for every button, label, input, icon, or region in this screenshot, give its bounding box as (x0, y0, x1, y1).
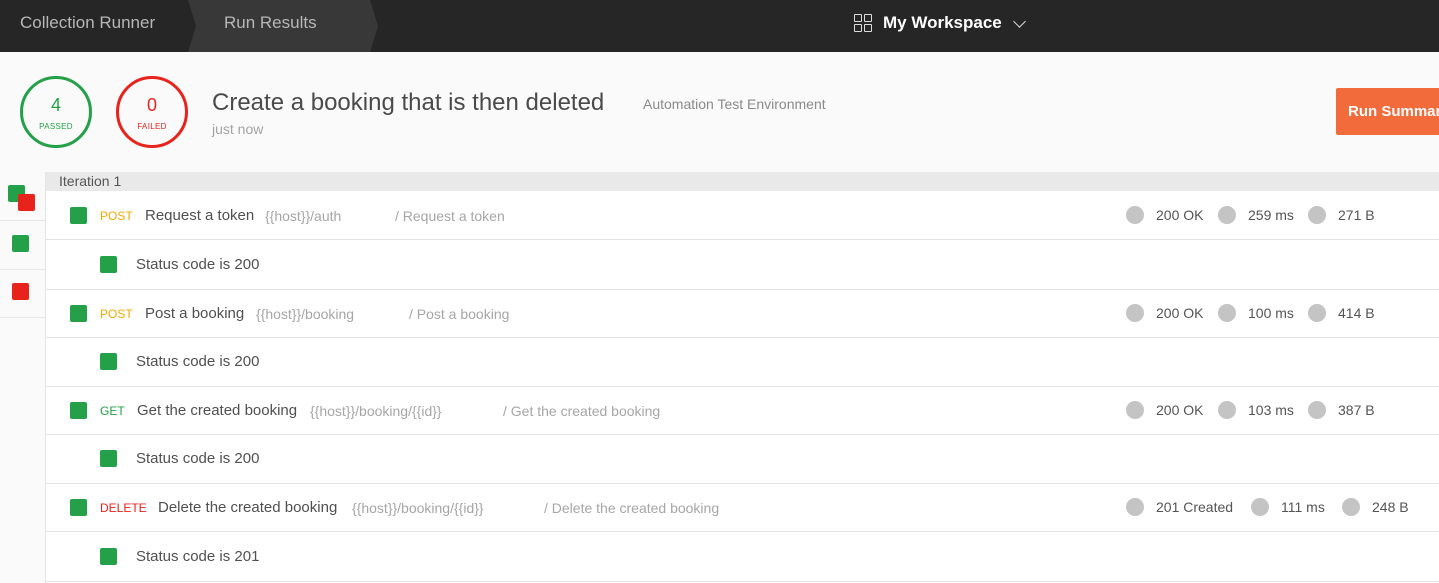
test-row: Status code is 200 (46, 338, 1439, 387)
iteration-rail (0, 172, 46, 583)
run-header: 4 PASSED 0 FAILED Create a booking that … (0, 52, 1439, 172)
request-name: Request a token (145, 207, 255, 224)
request-row[interactable]: DELETE Delete the created booking {{host… (46, 484, 1439, 532)
passed-count: 4 (50, 95, 61, 115)
test-pass-icon (100, 353, 117, 370)
response-size: 271 B (1308, 206, 1375, 224)
size-dot-icon (1342, 498, 1360, 516)
grid-icon (854, 14, 872, 32)
response-size: 248 B (1342, 498, 1409, 516)
time-dot-icon (1218, 206, 1236, 224)
rail-all-results[interactable] (0, 172, 45, 221)
request-url: {{host}}/auth (265, 208, 342, 224)
passed-counter: 4 PASSED (20, 76, 92, 148)
failed-count: 0 (146, 95, 157, 115)
workspace-name: My Workspace (883, 13, 1002, 32)
request-status-icon (70, 305, 87, 322)
test-pass-icon (100, 450, 117, 467)
test-name: Status code is 200 (136, 256, 260, 273)
request-path: / Get the created booking (503, 403, 661, 419)
run-summary-button[interactable]: Run Summary (1336, 88, 1439, 135)
time-dot-icon (1218, 401, 1236, 419)
iteration-label: Iteration 1 (59, 173, 122, 189)
workspace-switcher[interactable]: My Workspace (854, 0, 1026, 46)
run-title: Create a booking that is then deleted (212, 89, 605, 116)
response-status: 201 Created (1126, 498, 1233, 516)
request-status-icon (70, 402, 87, 419)
failed-label: FAILED (137, 122, 167, 131)
run-timestamp: just now (212, 121, 264, 137)
request-path: / Post a booking (409, 306, 510, 322)
response-size: 414 B (1308, 304, 1375, 322)
response-time: 103 ms (1218, 401, 1294, 419)
response-status: 200 OK (1126, 401, 1203, 419)
passed-square-icon (12, 235, 29, 252)
response-status: 200 OK (1126, 206, 1203, 224)
status-dot-icon (1126, 498, 1144, 516)
time-dot-icon (1251, 498, 1269, 516)
size-dot-icon (1308, 304, 1326, 322)
results-list: Iteration 1 POST Request a token {{host}… (46, 172, 1439, 583)
request-method: POST (100, 307, 133, 321)
request-path: / Delete the created booking (544, 500, 720, 516)
chevron-down-icon (1012, 14, 1026, 28)
status-dot-icon (1126, 206, 1144, 224)
size-dot-icon (1308, 401, 1326, 419)
response-time: 111 ms (1251, 498, 1325, 516)
rail-failed-filter[interactable] (0, 269, 45, 318)
rail-passed-filter[interactable] (0, 221, 45, 270)
breadcrumb-run-results[interactable]: Run Results (224, 0, 317, 52)
size-dot-icon (1308, 206, 1326, 224)
request-url: {{host}}/booking (256, 306, 355, 322)
request-status-icon (70, 207, 87, 224)
request-row[interactable]: GET Get the created booking {{host}}/boo… (46, 387, 1439, 435)
failed-counter: 0 FAILED (116, 76, 188, 148)
request-status-icon (70, 499, 87, 516)
response-size: 387 B (1308, 401, 1375, 419)
request-url: {{host}}/booking/{{id}} (352, 500, 484, 516)
test-pass-icon (100, 548, 117, 565)
test-name: Status code is 201 (136, 548, 260, 565)
top-bar: Collection Runner Run Results My Workspa… (0, 0, 1439, 52)
test-row: Status code is 200 (46, 240, 1439, 290)
response-time: 259 ms (1218, 206, 1294, 224)
response-status: 200 OK (1126, 304, 1203, 322)
request-method: GET (100, 404, 125, 418)
request-method: DELETE (100, 501, 147, 515)
response-time: 100 ms (1218, 304, 1294, 322)
time-dot-icon (1218, 304, 1236, 322)
test-row: Status code is 200 (46, 435, 1439, 484)
passed-label: PASSED (39, 122, 73, 131)
test-name: Status code is 200 (136, 450, 260, 467)
request-row[interactable]: POST Request a token {{host}}/auth / Req… (46, 191, 1439, 240)
request-name: Delete the created booking (158, 499, 338, 516)
request-row[interactable]: POST Post a booking {{host}}/booking / P… (46, 290, 1439, 338)
request-method: POST (100, 209, 133, 223)
test-pass-icon (100, 256, 117, 273)
request-url: {{host}}/booking/{{id}} (310, 403, 442, 419)
request-name: Get the created booking (137, 402, 298, 419)
environment-name: Automation Test Environment (643, 96, 826, 112)
request-path: / Request a token (395, 208, 505, 224)
test-row: Status code is 201 (46, 532, 1439, 582)
request-name: Post a booking (145, 305, 245, 322)
test-name: Status code is 200 (136, 353, 260, 370)
breadcrumb-collection-runner[interactable]: Collection Runner (20, 0, 155, 52)
failed-filter-icon (18, 194, 35, 211)
status-dot-icon (1126, 304, 1144, 322)
status-dot-icon (1126, 401, 1144, 419)
iteration-header: Iteration 1 (46, 172, 1439, 191)
failed-square-icon (12, 283, 29, 300)
